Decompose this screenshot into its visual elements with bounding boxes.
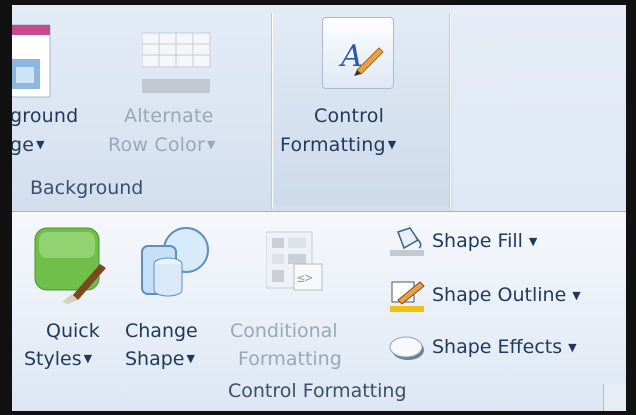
quick-styles-label-2: Styles ▼: [24, 348, 93, 370]
control-formatting-group-label: Control Formatting: [228, 380, 407, 402]
change-shape-icon: [141, 227, 209, 297]
background-image-label-2: ge ▼: [10, 134, 45, 156]
control-formatting-label-1: Control: [314, 105, 385, 127]
dropdown-arrow-icon: ▼: [568, 340, 577, 354]
window-border-bottom: [0, 411, 636, 415]
background-image-label-1: ground: [10, 105, 79, 127]
svg-text:≤>: ≤>: [297, 271, 313, 286]
control-formatting-button[interactable]: A Control Formatting ▼: [274, 5, 448, 205]
alternate-row-color-button[interactable]: Alternate Row Color ▼: [108, 5, 248, 165]
control-formatting-top-group: A Control Formatting ▼: [274, 5, 448, 211]
change-shape-label-1: Change: [125, 320, 198, 342]
conditional-formatting-icon: ≤>: [266, 231, 323, 291]
change-shape-label-2: Shape ▼: [125, 348, 195, 370]
window-border-right: [626, 0, 636, 415]
background-group-label: Background: [30, 177, 144, 199]
quick-styles-button[interactable]: Quick Styles ▼: [24, 218, 114, 378]
pencil-outline-icon: [388, 280, 426, 312]
conditional-formatting-button[interactable]: ≤> Conditional Formatting: [230, 218, 380, 378]
background-image-button[interactable]: ground ge ▼: [4, 5, 102, 165]
ribbon-empty-area: [453, 5, 626, 211]
shape-outline-button[interactable]: Shape Outline ▼: [388, 278, 581, 312]
dropdown-arrow-icon: ▼: [83, 352, 93, 365]
ribbon-window: ground ge ▼ Alternate Row Color ▼ Backgrou…: [0, 0, 636, 415]
quick-styles-label-1: Quick: [46, 320, 100, 342]
background-group: ground ge ▼ Alternate Row Color ▼ Backgrou…: [4, 5, 270, 211]
alternate-row-table-icon: [142, 32, 211, 93]
shape-effects-button[interactable]: Shape Effects ▼: [388, 330, 577, 364]
conditional-formatting-label-1: Conditional: [230, 320, 338, 342]
shape-outline-label: Shape Outline: [432, 284, 567, 306]
shape-effects-label: Shape Effects: [432, 336, 563, 358]
shape-effects-icon: [388, 332, 426, 362]
control-formatting-icon: A: [322, 17, 394, 89]
change-shape-button[interactable]: Change Shape ▼: [122, 218, 222, 378]
dropdown-arrow-icon: ▼: [206, 138, 216, 151]
dropdown-arrow-icon: ▼: [186, 352, 195, 365]
quick-styles-icon: [34, 227, 106, 304]
dropdown-arrow-icon: ▼: [572, 288, 581, 302]
group-dialog-launcher[interactable]: [603, 384, 626, 412]
shape-fill-label: Shape Fill: [432, 230, 523, 252]
window-border-top: [0, 0, 636, 5]
group-separator: [449, 13, 450, 209]
window-border-left: [0, 0, 12, 415]
shape-fill-button[interactable]: Shape Fill ▼: [388, 224, 537, 258]
alternate-row-color-label-2: Row Color ▼: [108, 134, 216, 156]
dropdown-arrow-icon: ▼: [387, 138, 397, 151]
top-ribbon: ground ge ▼ Alternate Row Color ▼ Backgrou…: [4, 5, 626, 211]
dropdown-arrow-icon: ▼: [528, 234, 538, 248]
control-formatting-group: Quick Styles ▼ Change Shape ▼ ≤> Conditi…: [12, 211, 626, 412]
dropdown-arrow-icon: ▼: [36, 138, 45, 151]
alternate-row-color-label-1: Alternate: [124, 105, 214, 127]
control-formatting-label-2: Formatting ▼: [280, 134, 397, 156]
paint-bucket-icon: [388, 226, 426, 256]
group-separator: [271, 13, 272, 209]
conditional-formatting-label-2: Formatting: [238, 348, 342, 370]
